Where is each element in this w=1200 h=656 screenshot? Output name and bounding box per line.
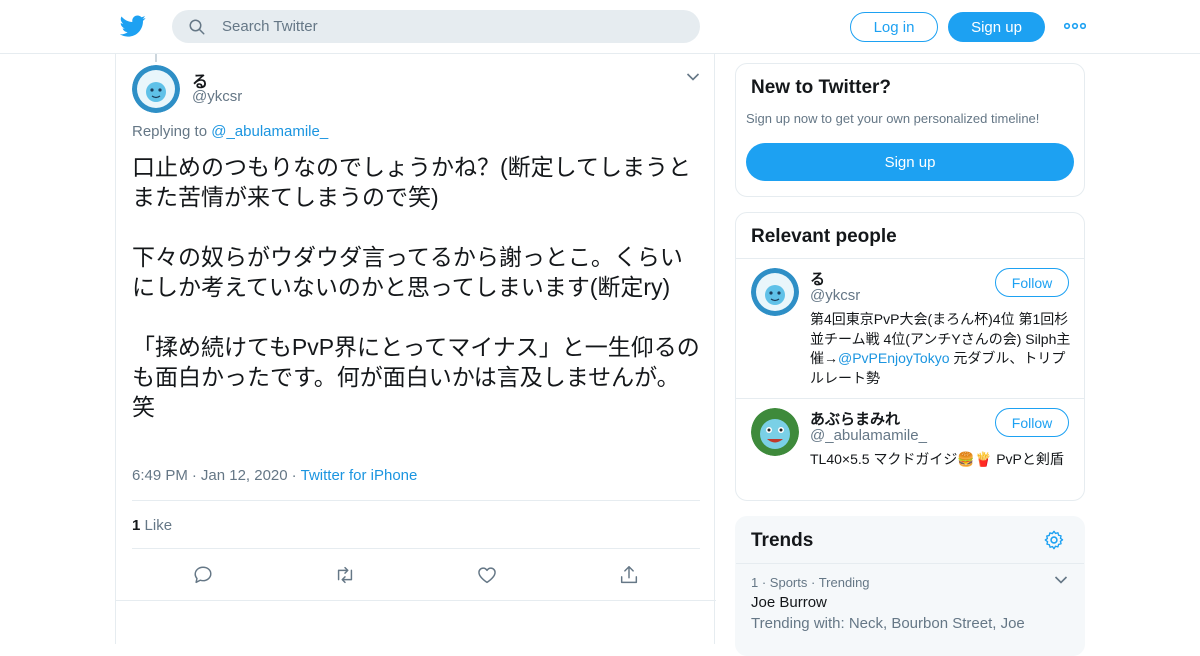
like-count[interactable]: 1 Like [132, 517, 172, 534]
person-card[interactable]: あぶらまみれ @_abulamamile_ Follow TL40×5.5 マク… [736, 398, 1084, 500]
person-handle[interactable]: @ykcsr [810, 287, 860, 304]
module-title: New to Twitter? [751, 77, 892, 98]
follow-button[interactable]: Follow [995, 408, 1069, 437]
sidebar-signup-button[interactable]: Sign up [746, 143, 1074, 181]
person-card[interactable]: る @ykcsr Follow 第4回東京PvP大会(まろん杯)4位 第1回杉並… [736, 258, 1084, 398]
module-title: Relevant people [751, 226, 897, 247]
avatar[interactable] [751, 268, 799, 316]
bio-mention-link[interactable]: @PvPEnjoyTokyo [838, 350, 949, 366]
twitter-bird-icon[interactable] [120, 13, 146, 39]
divider [736, 563, 1084, 564]
trend-name[interactable]: Joe Burrow [751, 594, 827, 611]
gear-icon[interactable] [1043, 529, 1065, 551]
signup-button[interactable]: Sign up [948, 12, 1045, 42]
tweet-text: 口止めのつもりなのでしょうかね？(断定してしまうとまた苦情が来てしまうので笑) … [132, 154, 700, 420]
reply-icon[interactable] [192, 564, 214, 586]
trend-meta: 1 · Sports · Trending [751, 575, 870, 590]
follow-button[interactable]: Follow [995, 268, 1069, 297]
divider [132, 500, 700, 501]
avatar[interactable] [751, 408, 799, 456]
trend-context: Trending with: Neck, Bourbon Street, Joe [751, 615, 1025, 632]
replying-to-mention[interactable]: @_abulamamile_ [211, 123, 328, 140]
author-handle[interactable]: @ykcsr [192, 88, 242, 105]
person-name[interactable]: る [810, 268, 825, 289]
search-placeholder: Search Twitter [222, 18, 318, 35]
tweet-card: る @ykcsr Replying to @_abulamamile_ 口止めの… [115, 54, 716, 644]
module-subtitle: Sign up now to get your own personalized… [746, 111, 1040, 126]
relevant-people-module: Relevant people る @ykcsr Follow 第4回東京PvP… [735, 212, 1085, 501]
chevron-down-icon[interactable] [1054, 575, 1068, 585]
search-input[interactable]: Search Twitter [172, 10, 700, 43]
heart-icon[interactable] [476, 564, 498, 586]
new-to-twitter-module: New to Twitter? Sign up now to get your … [735, 63, 1085, 197]
person-bio: TL40×5.5 マクドガイジ🍔🍟 PvPと剣盾 [810, 451, 1064, 467]
avatar[interactable] [132, 65, 180, 113]
tweet-source[interactable]: Twitter for iPhone [301, 467, 418, 484]
retweet-icon[interactable] [334, 564, 356, 586]
share-icon[interactable] [618, 564, 640, 586]
divider [116, 600, 716, 601]
tweet-actions [116, 564, 716, 588]
module-title: Trends [751, 530, 814, 551]
tweet-date[interactable]: Jan 12, 2020 [201, 467, 288, 484]
chevron-down-icon[interactable] [686, 72, 700, 82]
tweet-metadata: 6:49 PM · Jan 12, 2020 · Twitter for iPhone [132, 467, 418, 484]
person-name[interactable]: あぶらまみれ [810, 408, 900, 429]
top-nav-bar: Search Twitter Log in Sign up [0, 0, 1200, 54]
divider [132, 548, 700, 549]
login-button[interactable]: Log in [850, 12, 938, 42]
trends-module: Trends 1 · Sports · Trending Joe Burrow … [735, 516, 1085, 656]
more-options-icon[interactable] [1064, 20, 1086, 32]
thread-connector [155, 54, 157, 62]
replying-to: Replying to @_abulamamile_ [132, 123, 329, 140]
person-bio: 第4回東京PvP大会(まろん杯)4位 第1回杉並チーム戦 4位(アンチYさんの会… [810, 311, 1071, 386]
tweet-time[interactable]: 6:49 PM [132, 467, 188, 484]
person-handle[interactable]: @_abulamamile_ [810, 427, 927, 444]
search-icon [189, 19, 205, 35]
